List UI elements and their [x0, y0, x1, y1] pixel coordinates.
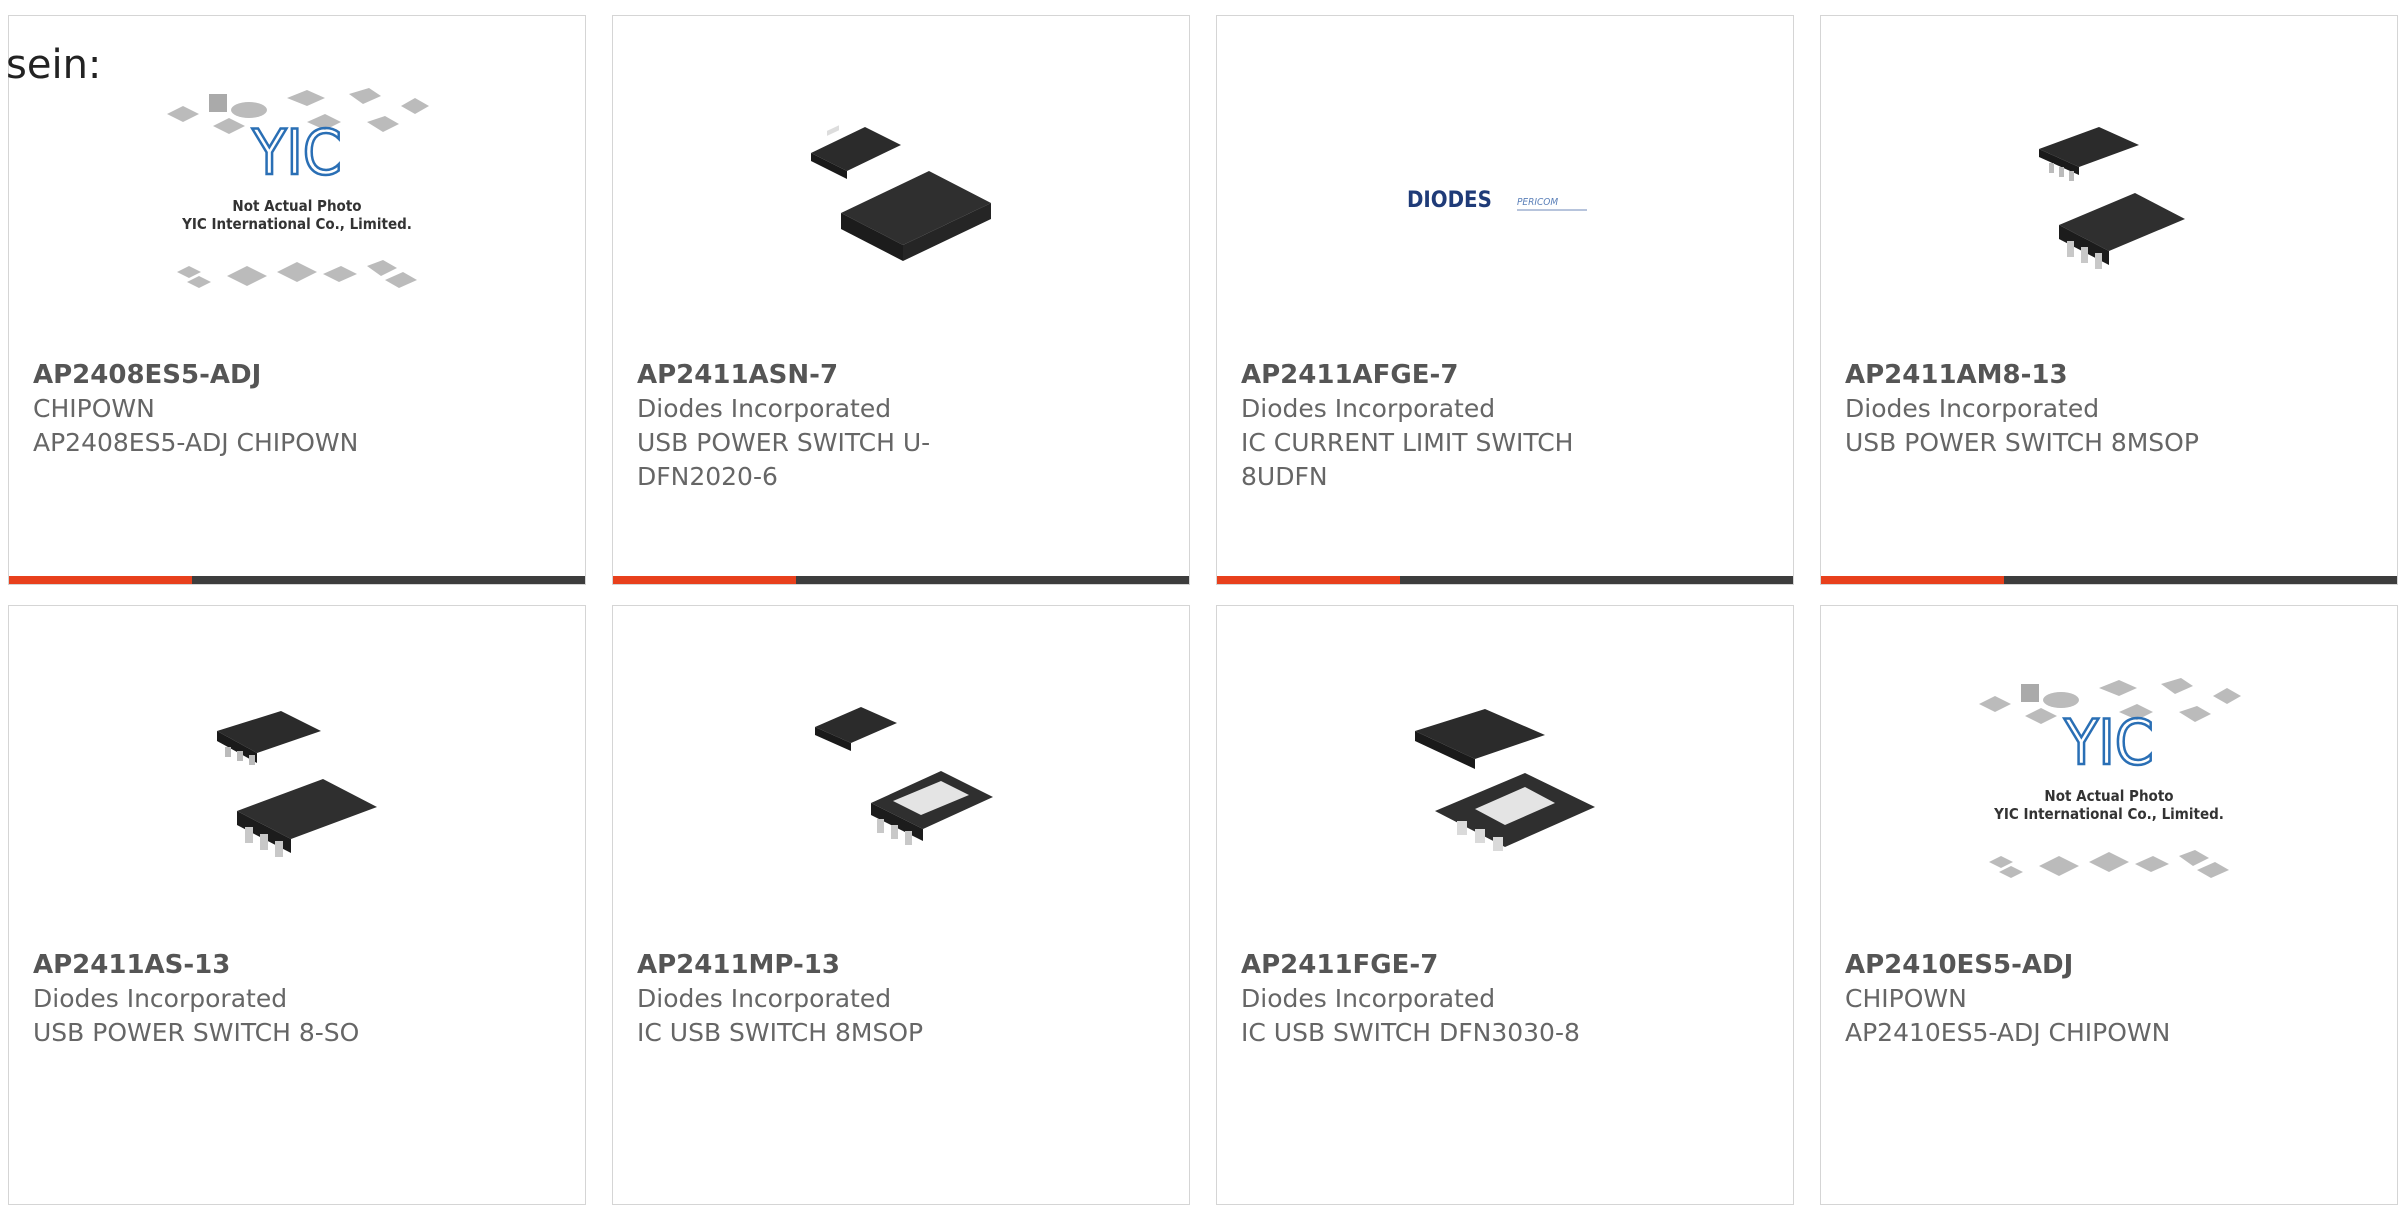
description: USB POWER SWITCH U-DFN2020-6: [637, 428, 931, 491]
card-bar-accent: [1217, 576, 1400, 584]
diodes-brand-text: DIODES: [1407, 188, 1492, 213]
placeholder-caption-line2: YIC International Co., Limited.: [181, 215, 412, 233]
part-number[interactable]: AP2411AM8-13: [1845, 358, 2205, 392]
product-card[interactable]: AP2411MP-13 Diodes Incorporated IC USB S…: [612, 605, 1190, 1205]
chip-so-image: [217, 711, 377, 857]
product-info: AP2411AFGE-7 Diodes Incorporated IC CURR…: [1241, 358, 1601, 494]
chip-msop-pad-image: [815, 707, 993, 845]
manufacturer: Diodes Incorporated: [637, 394, 892, 423]
part-number[interactable]: AP2411AS-13: [33, 948, 393, 982]
manufacturer: Diodes Incorporated: [1845, 394, 2100, 423]
product-grid: YIC Not Actual Photo YIC International C…: [0, 0, 2400, 1205]
card-bar: [1821, 576, 2397, 584]
chip-dfn-image: [811, 125, 991, 261]
diodes-logo: DIODES PERICOM: [1407, 188, 1587, 213]
product-info: AP2411AS-13 Diodes Incorporated USB POWE…: [33, 948, 393, 1050]
part-number[interactable]: AP2411ASN-7: [637, 358, 997, 392]
placeholder-caption-line1: Not Actual Photo: [232, 197, 361, 215]
description: USB POWER SWITCH 8-SO: [33, 1018, 360, 1047]
lead-text: sein:: [6, 42, 102, 88]
placeholder-caption-line2: YIC International Co., Limited.: [1993, 805, 2224, 823]
card-bar: [9, 576, 585, 584]
product-image[interactable]: [1217, 666, 1793, 916]
chip-dfn8-image: [1415, 709, 1595, 851]
manufacturer: Diodes Incorporated: [33, 984, 288, 1013]
manufacturer: CHIPOWN: [1845, 984, 1967, 1013]
manufacturer: Diodes Incorporated: [1241, 984, 1496, 1013]
chip-msop-image: [2039, 127, 2185, 269]
product-info: AP2411MP-13 Diodes Incorporated IC USB S…: [637, 948, 997, 1050]
product-info: AP2411AM8-13 Diodes Incorporated USB POW…: [1845, 358, 2205, 460]
card-bar-accent: [9, 576, 192, 584]
product-info: AP2411FGE-7 Diodes Incorporated IC USB S…: [1241, 948, 1601, 1050]
product-card[interactable]: YIC Not Actual Photo YIC International C…: [8, 15, 586, 585]
part-number[interactable]: AP2411MP-13: [637, 948, 997, 982]
part-number[interactable]: AP2411FGE-7: [1241, 948, 1601, 982]
manufacturer: Diodes Incorporated: [637, 984, 892, 1013]
product-card[interactable]: AP2411AM8-13 Diodes Incorporated USB POW…: [1820, 15, 2398, 585]
yic-placeholder-image: YIC Not Actual Photo YIC International C…: [167, 88, 429, 288]
product-info: AP2408ES5-ADJ CHIPOWN AP2408ES5-ADJ CHIP…: [33, 358, 393, 460]
yic-placeholder-image: YIC Not Actual Photo YIC International C…: [1979, 678, 2241, 878]
product-card[interactable]: AP2411ASN-7 Diodes Incorporated USB POWE…: [612, 15, 1190, 585]
product-info: AP2410ES5-ADJ CHIPOWN AP2410ES5-ADJ CHIP…: [1845, 948, 2205, 1050]
product-card[interactable]: DIODES PERICOM AP2411AFGE-7 Diodes Incor…: [1216, 15, 1794, 585]
product-image[interactable]: YIC Not Actual Photo YIC International C…: [9, 76, 585, 326]
product-image[interactable]: [9, 666, 585, 916]
product-card[interactable]: YIC Not Actual Photo YIC International C…: [1820, 605, 2398, 1205]
yic-logo-text: YIC: [2063, 706, 2153, 779]
product-info: AP2411ASN-7 Diodes Incorporated USB POWE…: [637, 358, 997, 494]
part-number[interactable]: AP2411AFGE-7: [1241, 358, 1601, 392]
placeholder-caption-line1: Not Actual Photo: [2044, 787, 2173, 805]
product-image[interactable]: [1821, 76, 2397, 326]
description: USB POWER SWITCH 8MSOP: [1845, 428, 2199, 457]
card-bar: [613, 576, 1189, 584]
card-bar-accent: [613, 576, 796, 584]
product-image[interactable]: [613, 666, 1189, 916]
product-image[interactable]: [613, 76, 1189, 326]
part-number[interactable]: AP2410ES5-ADJ: [1845, 948, 2205, 982]
description: AP2408ES5-ADJ CHIPOWN: [33, 428, 359, 457]
product-image[interactable]: DIODES PERICOM: [1217, 76, 1793, 326]
pericom-text: PERICOM: [1517, 197, 1558, 208]
description: AP2410ES5-ADJ CHIPOWN: [1845, 1018, 2171, 1047]
card-bar-accent: [1821, 576, 2004, 584]
description: IC USB SWITCH DFN3030-8: [1241, 1018, 1580, 1047]
description: IC CURRENT LIMIT SWITCH 8UDFN: [1241, 428, 1574, 491]
manufacturer: Diodes Incorporated: [1241, 394, 1496, 423]
description: IC USB SWITCH 8MSOP: [637, 1018, 924, 1047]
manufacturer: CHIPOWN: [33, 394, 155, 423]
product-image[interactable]: YIC Not Actual Photo YIC International C…: [1821, 666, 2397, 916]
card-bar: [1217, 576, 1793, 584]
part-number[interactable]: AP2408ES5-ADJ: [33, 358, 393, 392]
product-card[interactable]: AP2411AS-13 Diodes Incorporated USB POWE…: [8, 605, 586, 1205]
yic-logo-text: YIC: [251, 116, 341, 189]
product-card[interactable]: AP2411FGE-7 Diodes Incorporated IC USB S…: [1216, 605, 1794, 1205]
